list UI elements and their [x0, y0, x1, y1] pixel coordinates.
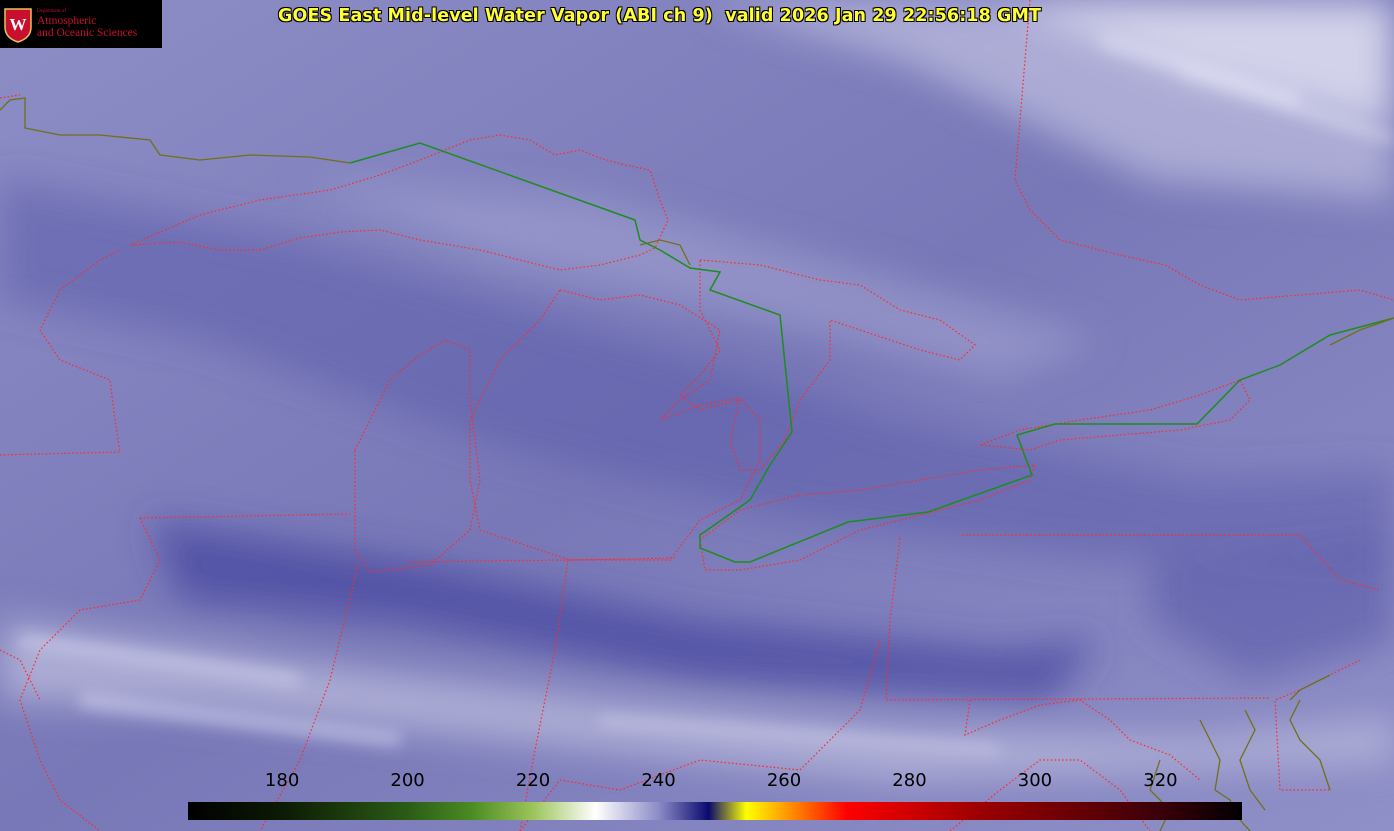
uw-seal-icon: W: [4, 8, 32, 43]
colorbar-tick-label: 280: [892, 770, 927, 791]
colorbar-tick-label: 200: [390, 770, 425, 791]
temperature-colorbar: [188, 802, 1242, 820]
colorbar-tick-label: 240: [641, 770, 676, 791]
logo-text: Department of Atmospheric and Oceanic Sc…: [37, 9, 137, 38]
colorbar-tick-label: 220: [515, 770, 551, 791]
water-vapor-map: [0, 0, 1394, 831]
image-title: GOES East Mid-level Water Vapor (ABI ch …: [278, 6, 1042, 26]
colorbar-tick-label: 300: [1017, 770, 1053, 791]
aos-logo[interactable]: W Department of Atmospheric and Oceanic …: [0, 0, 162, 48]
logo-line-3: and Oceanic Sciences: [37, 26, 138, 39]
colorbar-tick-label: 180: [264, 770, 300, 791]
seal-letter: W: [10, 15, 27, 34]
logo-line-2: Atmospheric: [37, 14, 97, 27]
colorbar-tick-label: 320: [1143, 770, 1178, 791]
colorbar-tick-label: 260: [766, 770, 802, 791]
